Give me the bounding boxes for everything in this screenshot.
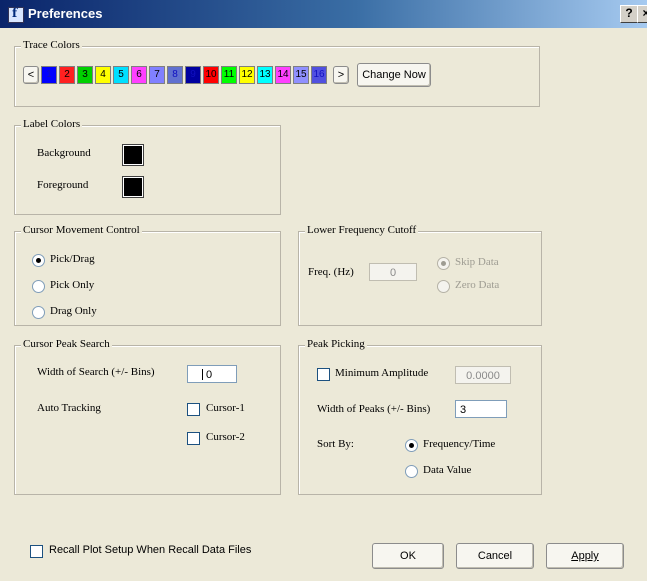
cursor-peak-legend: Cursor Peak Search (21, 338, 112, 350)
close-button[interactable]: × (637, 5, 647, 23)
sort-frequency-radio[interactable] (405, 439, 418, 452)
recall-setup-label: Recall Plot Setup When Recall Data Files (49, 544, 252, 556)
ok-button[interactable]: OK (372, 543, 444, 569)
trace-swatch-2[interactable]: 2 (59, 66, 75, 84)
trace-color-strip: < 1 2 3 4 5 6 7 8 9 10 11 12 13 14 15 16… (23, 63, 432, 87)
auto-tracking-label: Auto Tracking (37, 402, 101, 414)
text-caret (202, 369, 203, 380)
apply-button[interactable]: Apply (546, 543, 624, 569)
trace-swatch-7[interactable]: 7 (149, 66, 165, 84)
search-width-input[interactable]: 0 (187, 365, 237, 383)
peak-width-label: Width of Peaks (+/- Bins) (317, 403, 431, 415)
min-amplitude-checkbox[interactable] (317, 368, 330, 381)
skip-data-radio[interactable] (437, 257, 450, 270)
lower-freq-legend: Lower Frequency Cutoff (305, 224, 419, 236)
freq-input[interactable]: 0 (369, 263, 417, 281)
drag-only-radio[interactable] (32, 306, 45, 319)
peak-picking-group: Peak Picking Minimum Amplitude 0.0000 Wi… (298, 338, 542, 495)
label-colors-group: Label Colors Background Foreground (14, 118, 281, 215)
change-now-button[interactable]: Change Now (357, 63, 431, 87)
sort-data-value-label: Data Value (423, 464, 472, 476)
cursor-movement-group: Cursor Movement Control Pick/Drag Pick O… (14, 224, 281, 326)
trace-prev-button[interactable]: < (23, 66, 39, 84)
trace-swatch-6[interactable]: 6 (131, 66, 147, 84)
trace-swatch-9[interactable]: 9 (185, 66, 201, 84)
background-color-swatch[interactable] (122, 144, 144, 166)
trace-swatch-4[interactable]: 4 (95, 66, 111, 84)
foreground-color-swatch[interactable] (122, 176, 144, 198)
trace-swatch-5[interactable]: 5 (113, 66, 129, 84)
zero-data-label: Zero Data (455, 279, 500, 291)
search-width-label: Width of Search (+/- Bins) (37, 366, 155, 378)
title-bar: Preferences ? × (0, 0, 647, 28)
trace-swatch-11[interactable]: 11 (221, 66, 237, 84)
foreground-label: Foreground (37, 179, 89, 191)
trace-swatch-3[interactable]: 3 (77, 66, 93, 84)
trace-swatch-8[interactable]: 8 (167, 66, 183, 84)
recall-setup-checkbox[interactable] (30, 545, 43, 558)
trace-colors-legend: Trace Colors (21, 39, 82, 51)
trace-swatch-13[interactable]: 13 (257, 66, 273, 84)
label-colors-legend: Label Colors (21, 118, 83, 130)
cursor1-label: Cursor-1 (206, 402, 245, 414)
peak-picking-legend: Peak Picking (305, 338, 367, 350)
sort-by-label: Sort By: (317, 438, 354, 450)
min-amplitude-input[interactable]: 0.0000 (455, 366, 511, 384)
trace-swatch-1[interactable]: 1 (41, 66, 57, 84)
background-label: Background (37, 147, 91, 159)
trace-swatch-15[interactable]: 15 (293, 66, 309, 84)
cursor2-checkbox[interactable] (187, 432, 200, 445)
trace-colors-group: Trace Colors < 1 2 3 4 5 6 7 8 9 10 11 1… (14, 39, 540, 107)
zero-data-radio[interactable] (437, 280, 450, 293)
pick-only-radio[interactable] (32, 280, 45, 293)
skip-data-label: Skip Data (455, 256, 499, 268)
trace-next-button[interactable]: > (333, 66, 349, 84)
trace-swatch-12[interactable]: 12 (239, 66, 255, 84)
trace-swatch-10[interactable]: 10 (203, 66, 219, 84)
lower-freq-group: Lower Frequency Cutoff Freq. (Hz) 0 Skip… (298, 224, 542, 326)
cursor1-checkbox[interactable] (187, 403, 200, 416)
drag-only-label: Drag Only (50, 305, 97, 317)
app-icon (8, 6, 24, 23)
pick-only-label: Pick Only (50, 279, 95, 291)
window-title: Preferences (28, 6, 103, 21)
pick-drag-radio[interactable] (32, 254, 45, 267)
min-amplitude-label: Minimum Amplitude (335, 367, 429, 379)
cursor-movement-legend: Cursor Movement Control (21, 224, 142, 236)
trace-swatch-14[interactable]: 14 (275, 66, 291, 84)
cancel-button[interactable]: Cancel (456, 543, 534, 569)
trace-swatch-16[interactable]: 16 (311, 66, 327, 84)
cursor2-label: Cursor-2 (206, 431, 245, 443)
sort-data-value-radio[interactable] (405, 465, 418, 478)
freq-label: Freq. (Hz) (308, 266, 354, 278)
help-button[interactable]: ? (620, 5, 638, 23)
pick-drag-label: Pick/Drag (50, 253, 95, 265)
sort-frequency-label: Frequency/Time (423, 438, 496, 450)
peak-width-input[interactable]: 3 (455, 400, 507, 418)
cursor-peak-group: Cursor Peak Search Width of Search (+/- … (14, 338, 281, 495)
